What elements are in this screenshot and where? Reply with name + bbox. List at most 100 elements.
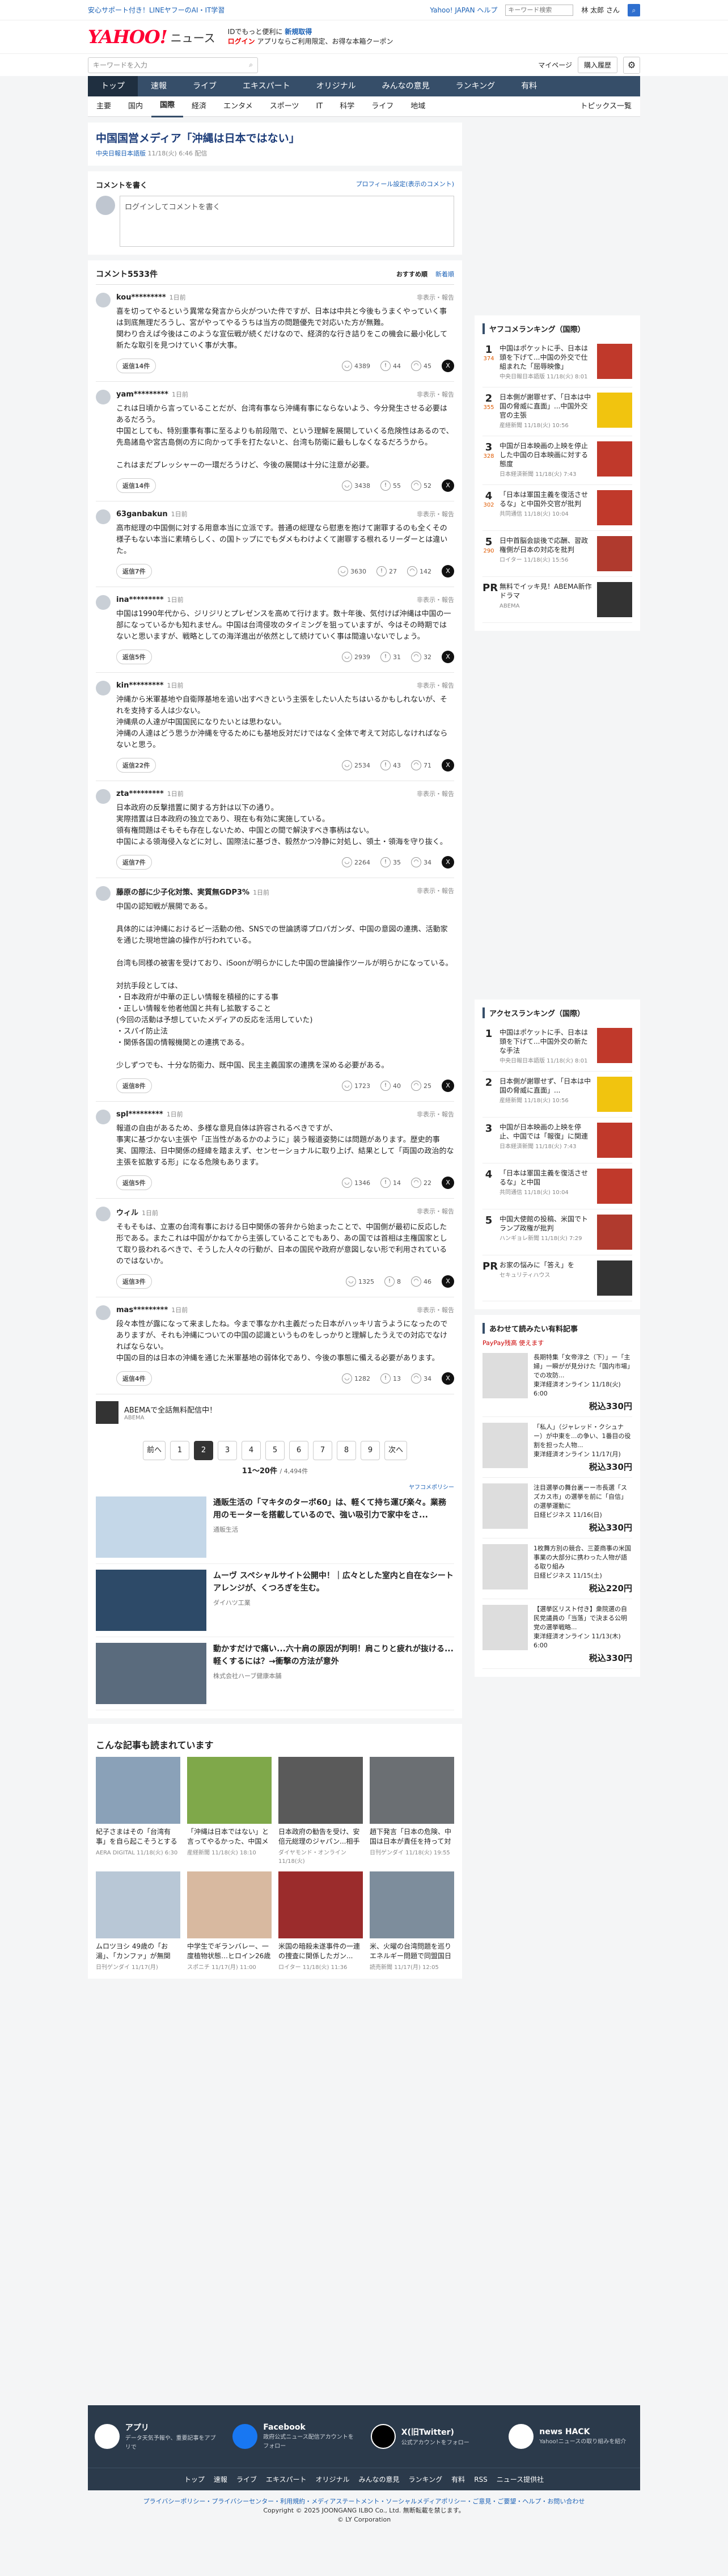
reaction-v3[interactable]: ◠ 71 <box>411 760 431 770</box>
page-button[interactable]: 1 <box>170 1441 189 1460</box>
footer-app-link[interactable]: X(旧Twitter) 公式アカウントをフォロー <box>370 2424 496 2449</box>
x-share-icon[interactable]: X <box>442 565 454 577</box>
reaction-v1[interactable]: ◡ 4389 <box>342 361 370 371</box>
article-source[interactable]: 中央日報日本語版 <box>96 150 146 157</box>
comment-user[interactable]: ウィル <box>116 1209 138 1217</box>
footer-app-link[interactable]: Facebook 政府公式ニュース配信アカウントをフォロー <box>232 2423 357 2450</box>
sponsored-ad[interactable]: ムーヴ スペシャルサイト公開中！｜広々とした室内と自在なシートアレンジが、くつろ… <box>96 1564 454 1637</box>
reaction-v1[interactable]: ◡ 2939 <box>342 652 370 662</box>
reaction-v1[interactable]: ◡ 2534 <box>342 760 370 770</box>
also-read-item[interactable]: 趙下発言「日本の危険、中国は日本が責任を持って対処... 日刊ゲンダイ 11/18… <box>370 1757 454 1865</box>
comment-user[interactable]: 63ganbakun <box>116 510 168 518</box>
x-share-icon[interactable]: X <box>442 1275 454 1288</box>
x-share-icon[interactable]: X <box>442 1080 454 1092</box>
ranking-item[interactable]: PR お家の悩みに「答え」を セキュリティハウス <box>482 1255 632 1301</box>
gnav-item[interactable]: ライブ <box>180 76 230 96</box>
reaction-v2[interactable]: ! 31 <box>380 652 401 662</box>
x-share-icon[interactable]: X <box>442 856 454 868</box>
report-link[interactable]: 非表示・報告 <box>417 1110 454 1119</box>
subnav-item[interactable]: 国際 <box>151 95 184 117</box>
report-link[interactable]: 非表示・報告 <box>417 789 454 798</box>
reaction-v3[interactable]: ◠ 34 <box>411 1373 431 1384</box>
comment-user[interactable]: 藤原の部に少子化対策、実質無GDP3% <box>116 888 249 897</box>
profile-settings-link[interactable]: プロフィール設定(表示のコメント) <box>356 179 454 190</box>
login-link[interactable]: ログイン <box>228 37 255 45</box>
gear-icon[interactable]: ⚙ <box>623 56 640 74</box>
footer-link[interactable]: エキスパート <box>266 2474 307 2484</box>
footer-link[interactable]: ライブ <box>236 2474 257 2484</box>
subnav-item[interactable]: エンタメ <box>215 96 261 117</box>
x-share-icon[interactable]: X <box>442 651 454 663</box>
ranking-item[interactable]: PR 無料でイッキ見！ABEMA新作ドラマ ABEMA <box>482 577 632 623</box>
footer-link[interactable]: ランキング <box>409 2474 443 2484</box>
x-share-icon[interactable]: X <box>442 360 454 372</box>
x-share-icon[interactable]: X <box>442 1177 454 1189</box>
ranking-item[interactable]: 4 「日本は軍国主義を復活させるな」と中国 共同通信 11/18(火) 10:04 <box>482 1163 632 1209</box>
paid-article[interactable]: 「私人」（ジャレッド・クシュナー）が中東を...の争い、1番目の役割を担った人物… <box>482 1417 632 1478</box>
reaction-v2[interactable]: ! 40 <box>380 1081 401 1091</box>
reply-button[interactable]: 返信7件 <box>116 564 152 579</box>
report-link[interactable]: 非表示・報告 <box>417 509 454 518</box>
site-search-input[interactable] <box>505 4 574 16</box>
ranking-item[interactable]: 3 中国が日本映画の上映を停止、中国では「報復」に関連 日本経済新聞 11/18(火… <box>482 1118 632 1163</box>
also-read-item[interactable]: 中学生でギランバレー、一度植物状態…ヒロイン26歳の前向き... スポニチ 11/… <box>187 1871 272 1971</box>
page-button[interactable]: 3 <box>218 1441 237 1460</box>
reaction-v3[interactable]: ◠ 32 <box>411 652 431 662</box>
reaction-v3[interactable]: ◠ 25 <box>411 1081 431 1091</box>
ranking-item[interactable]: 5 290 日中首脳会談後で応酬、習政権側が日本の対応を批判 ロイター 11/18(火… <box>482 531 632 577</box>
subnav-item[interactable]: 主要 <box>88 96 120 117</box>
page-button[interactable]: 4 <box>242 1441 261 1460</box>
paid-article[interactable]: 1枚舞方別の競合、三菱商事の米国事業の大部分に携わった人物が語る取り組み 日経ビジ… <box>482 1538 632 1599</box>
subnav-item[interactable]: 科学 <box>331 96 363 117</box>
reaction-v1[interactable]: ◡ 1282 <box>342 1373 370 1384</box>
paid-article[interactable]: 注目選挙の舞台裏ーー市長選「スズカス市」の選挙を前に「自信」の選挙運動に 日経ビジ… <box>482 1478 632 1538</box>
sponsored-ad[interactable]: 通販生活の「マキタのターボ60」は、軽くて持ち運び楽々。業務用のモーターを搭載し… <box>96 1491 454 1564</box>
reaction-v1[interactable]: ◡ 3438 <box>342 480 370 491</box>
reaction-v1[interactable]: ◡ 2264 <box>342 857 370 867</box>
footer-link[interactable]: 速報 <box>214 2474 227 2484</box>
page-button[interactable]: 5 <box>265 1441 285 1460</box>
gnav-item[interactable]: オリジナル <box>303 76 369 96</box>
sort-recommended[interactable]: おすすめ順 <box>396 269 428 279</box>
comment-user[interactable]: spl********* <box>116 1110 163 1119</box>
comment-user[interactable]: yam********* <box>116 390 168 399</box>
reaction-v3[interactable]: ◠ 45 <box>411 361 431 371</box>
paid-article[interactable]: 【選挙区リスト付き】衆院選の自民党議員の「当落」で決まる公明党の選挙戦略... 東… <box>482 1599 632 1669</box>
page-button[interactable]: 6 <box>289 1441 308 1460</box>
mypage-link[interactable]: マイページ <box>538 60 572 70</box>
reply-button[interactable]: 返信8件 <box>116 1078 152 1093</box>
search-icon[interactable]: ⌕ <box>249 61 253 69</box>
sort-newest[interactable]: 新着順 <box>435 269 454 279</box>
footer-link[interactable]: みんなの意見 <box>359 2474 400 2484</box>
ranking-item[interactable]: 4 302 「日本は軍国主義を復活させるな」と中国外交官が批判 共同通信 11/18(… <box>482 485 632 531</box>
page-button[interactable]: 7 <box>313 1441 332 1460</box>
promo-link[interactable]: 安心サポート付き！LINEヤフーのAI・IT学習 <box>88 5 225 15</box>
reaction-v3[interactable]: ◠ 46 <box>411 1276 431 1287</box>
gnav-item[interactable]: 有料 <box>508 76 550 96</box>
subnav-item[interactable]: スポーツ <box>261 96 308 117</box>
page-button[interactable]: 8 <box>337 1441 356 1460</box>
subnav-item[interactable]: 経済 <box>183 96 215 117</box>
comment-user[interactable]: kin********* <box>116 681 164 690</box>
footer-link[interactable]: 有料 <box>451 2474 465 2484</box>
news-search-input[interactable]: キーワードを入力 ⌕ <box>88 57 258 73</box>
report-link[interactable]: 非表示・報告 <box>417 293 454 302</box>
report-link[interactable]: 非表示・報告 <box>417 681 454 690</box>
search-icon[interactable]: ⌕ <box>628 3 640 16</box>
yahoo-logo[interactable]: YAHOO! <box>88 26 168 48</box>
footer-app-link[interactable]: news HACK Yahoo!ニュースの取り組みを紹介 <box>509 2424 633 2449</box>
gnav-item[interactable]: みんなの意見 <box>369 76 443 96</box>
comment-user[interactable]: zta********* <box>116 790 164 798</box>
reply-button[interactable]: 返信7件 <box>116 855 152 870</box>
page-button[interactable]: 2 <box>194 1441 213 1460</box>
ranking-item[interactable]: 3 328 中国が日本映画の上映を停止した中国の日本映画に対する態度 日本経済新聞 1… <box>482 436 632 485</box>
report-link[interactable]: 非表示・報告 <box>417 595 454 604</box>
paid-article[interactable]: 長期特集「女帝淳之（下）」ー「主婦」一瞬がが見分けた「国内市場」での攻防... 東… <box>482 1347 632 1417</box>
comment-user[interactable]: mas********* <box>116 1306 168 1314</box>
article-title[interactable]: 中国国営メディア「沖縄は日本ではない」 <box>96 130 454 146</box>
ranking-item[interactable]: 5 中国大使館の投稿、米国でトランプ政権が批判 ハンギョレ新聞 11/18(火) 7… <box>482 1209 632 1255</box>
subnav-item[interactable]: 国内 <box>120 96 151 117</box>
report-link[interactable]: 非表示・報告 <box>417 1305 454 1314</box>
gnav-item[interactable]: エキスパート <box>230 76 303 96</box>
ranking-item[interactable]: 2 日本側が謝罪せず、「日本は中国の脅威に直面」... 産経新聞 11/18(火) … <box>482 1072 632 1118</box>
